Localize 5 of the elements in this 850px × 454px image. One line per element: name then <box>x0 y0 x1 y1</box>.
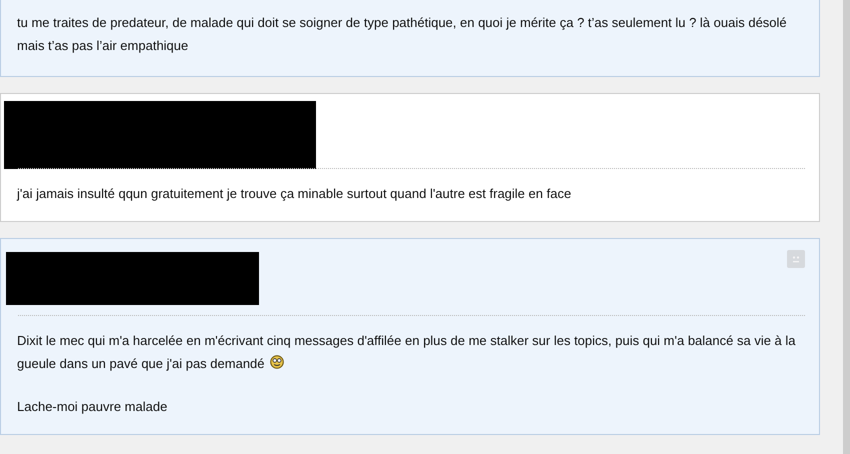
post-text: Dixit le mec qui m'a harcelée en m'écrivant cinq messages d'affilée en plus de me stalker sur les topics, puis qui m'a balancé sa vie à la gueule dans un pavé que j'ai pas demandé <box>17 332 797 373</box>
post-text: j'ai jamais insulté qqun gratuitement je trouve ça minable surtout quand l'autre est fragile en face <box>17 185 572 203</box>
sad-face-icon[interactable] <box>787 250 805 268</box>
post-text: tu me traites de predateur, de malade qui doit se soigner de type pathétique, en quoi je mérite ça ? t’as seulement lu ? là ouais désolé mais t’as pas l’air empathique <box>17 14 788 55</box>
post-text: Lache-moi pauvre malade <box>17 398 168 416</box>
